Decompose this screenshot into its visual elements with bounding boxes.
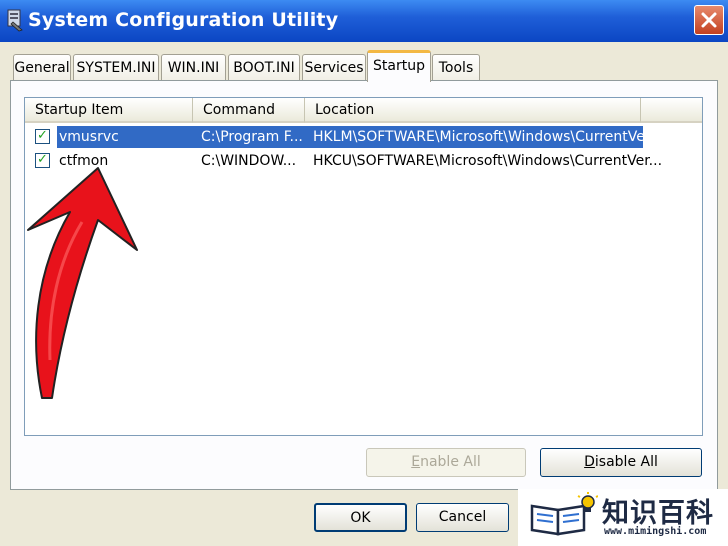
startup-list[interactable]: Startup Item Command Location ✓ vmusrvc … (24, 97, 703, 436)
disable-all-label: isable All (594, 454, 658, 470)
startup-row[interactable]: ✓ vmusrvc C:\Program F... HKLM\SOFTWARE\… (31, 126, 691, 148)
tab-services[interactable]: Services (302, 54, 366, 80)
column-header-location[interactable]: Location (305, 98, 641, 123)
column-header-filler (641, 98, 702, 123)
disable-all-accesskey: D (584, 454, 595, 470)
startup-item-name: ctfmon (59, 153, 109, 169)
system-config-icon (7, 9, 23, 32)
tab-win-ini[interactable]: WIN.INI (161, 54, 226, 80)
startup-item-command: C:\Program F... (201, 129, 303, 145)
window-title: System Configuration Utility (28, 9, 339, 31)
enable-all-accesskey: E (411, 454, 421, 470)
tab-startup[interactable]: Startup (367, 50, 431, 82)
cancel-button[interactable]: Cancel (416, 503, 509, 532)
book-lightbulb-icon (530, 492, 598, 536)
title-bar[interactable]: System Configuration Utility (0, 0, 728, 42)
watermark-name: 知识百科 (602, 498, 714, 529)
startup-row[interactable]: ✓ ctfmon C:\WINDOW... HKCU\SOFTWARE\Micr… (31, 150, 691, 172)
watermark-url: www.mimingshi.com (604, 526, 707, 537)
tab-general[interactable]: General (13, 54, 71, 80)
startup-checkbox[interactable]: ✓ (35, 128, 50, 144)
checkmark-icon: ✓ (37, 152, 48, 167)
column-header-startup-item[interactable]: Startup Item (25, 98, 193, 123)
close-icon (701, 12, 717, 28)
enable-all-label: nable All (420, 454, 481, 470)
tab-boot-ini[interactable]: BOOT.INI (228, 54, 300, 80)
ok-button[interactable]: OK (314, 503, 407, 532)
startup-checkbox[interactable]: ✓ (35, 152, 50, 168)
startup-item-name: vmusrvc (59, 129, 119, 145)
startup-item-command: C:\WINDOW... (201, 153, 297, 169)
startup-item-location: HKLM\SOFTWARE\Microsoft\Windows\CurrentV… (313, 129, 663, 145)
enable-all-button[interactable]: Enable All (366, 448, 526, 477)
watermark-logo: 知识百科 www.mimingshi.com (518, 489, 728, 546)
startup-item-location: HKCU\SOFTWARE\Microsoft\Windows\CurrentV… (313, 153, 663, 169)
disable-all-button[interactable]: Disable All (540, 448, 702, 477)
close-button[interactable] (694, 5, 724, 35)
tab-tools[interactable]: Tools (432, 54, 480, 80)
column-header-command[interactable]: Command (193, 98, 305, 123)
tab-system-ini[interactable]: SYSTEM.INI (73, 54, 159, 80)
checkmark-icon: ✓ (37, 128, 48, 143)
